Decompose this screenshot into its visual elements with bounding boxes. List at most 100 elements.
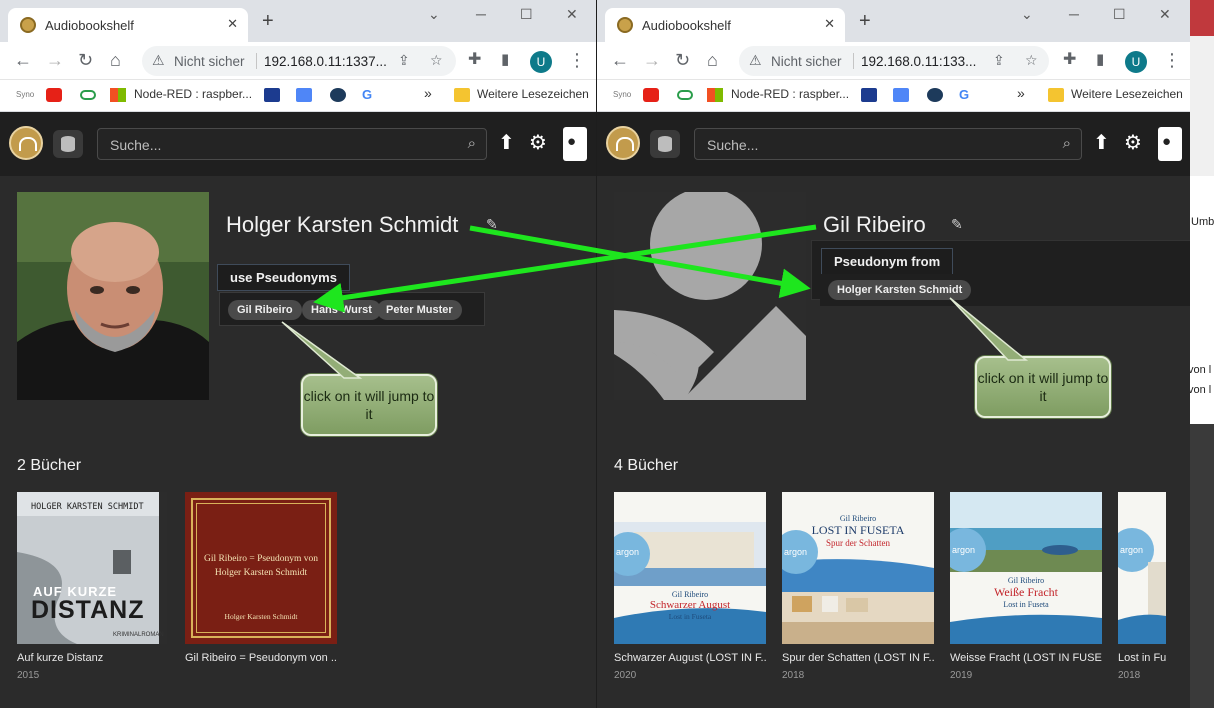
browser-tab[interactable]: Audiobookshelf ✕ — [8, 8, 248, 42]
tab-close-icon[interactable]: ✕ — [824, 16, 835, 32]
maximize-button[interactable]: ☐ — [520, 6, 533, 23]
home-icon[interactable]: ⌂ — [110, 50, 121, 70]
book-title[interactable]: Spur der Schatten (LOST IN F... — [782, 652, 934, 664]
google-icon[interactable]: G — [959, 87, 969, 102]
bookmark-node-red[interactable]: Node-RED : raspber... — [134, 87, 252, 101]
bookmark-other[interactable]: Weitere Lesezeichen — [477, 87, 589, 101]
upload-icon[interactable]: ⬆ — [1093, 132, 1110, 154]
bookmark-syno[interactable]: Syno — [16, 90, 34, 99]
tab-search-chevron-icon[interactable]: ⌄ — [1021, 6, 1033, 23]
translate-icon[interactable] — [893, 88, 909, 102]
search-icon[interactable]: ⌕ — [1063, 135, 1071, 152]
profile-avatar[interactable]: U — [530, 51, 552, 73]
bookmark-shield-icon[interactable] — [927, 88, 943, 102]
book-cover-spur-der-schatten[interactable]: argon Gil Ribeiro LOST IN FUSETA Spur de… — [782, 492, 934, 644]
audiobookshelf-logo-icon[interactable] — [9, 126, 43, 160]
tab-title: Audiobookshelf — [642, 18, 731, 33]
forward-icon[interactable]: → — [46, 50, 64, 70]
chip-holger-karsten-schmidt[interactable]: Holger Karsten Schmidt — [828, 280, 972, 300]
maximize-button[interactable]: ☐ — [1113, 6, 1126, 23]
pencil-icon[interactable]: ✎ — [486, 216, 498, 233]
bookmark-shield-icon[interactable] — [330, 88, 346, 102]
pencil-icon[interactable]: ✎ — [951, 216, 963, 233]
database-icon[interactable] — [53, 130, 83, 158]
background-window-dark-area — [1190, 424, 1214, 708]
search-input[interactable]: Suche... ⌕ — [694, 128, 1082, 160]
sidepanel-icon[interactable]: ▮ — [501, 50, 509, 70]
home-icon[interactable]: ⌂ — [707, 50, 718, 70]
menu-icon[interactable]: ⋮ — [568, 50, 586, 70]
bookmark-green-icon[interactable] — [677, 90, 693, 100]
forward-icon[interactable]: → — [643, 50, 661, 70]
bookmark-k-icon[interactable] — [861, 88, 877, 102]
reload-icon[interactable]: ↻ — [675, 50, 690, 70]
address-bar[interactable]: ⚠ Nicht sicher 192.168.0.11:1337... ⇪ ☆ — [142, 46, 456, 76]
url-text[interactable]: 192.168.0.11:133... — [861, 54, 976, 69]
browser-tab[interactable]: Audiobookshelf ✕ — [605, 8, 845, 42]
book-title[interactable]: Auf kurze Distanz — [17, 652, 167, 664]
reload-icon[interactable]: ↻ — [78, 50, 93, 70]
book-cover-weisse-fracht[interactable]: argon Gil Ribeiro Weiße Fracht Lost in F… — [950, 492, 1102, 644]
google-icon[interactable]: G — [362, 87, 372, 102]
youtube-icon[interactable] — [46, 88, 62, 102]
tab-search-chevron-icon[interactable]: ⌄ — [428, 6, 440, 23]
address-bar[interactable]: ⚠ Nicht sicher 192.168.0.11:133... ⇪ ☆ — [739, 46, 1049, 76]
search-icon[interactable]: ⌕ — [468, 135, 476, 152]
profile-avatar[interactable]: U — [1125, 51, 1147, 73]
bookmark-k-icon[interactable] — [264, 88, 280, 102]
back-icon[interactable]: ← — [611, 50, 629, 70]
book-year: 2018 — [782, 670, 805, 681]
youtube-icon[interactable] — [643, 88, 659, 102]
audiobookshelf-logo-icon[interactable] — [606, 126, 640, 160]
close-window-button[interactable]: ✕ — [1159, 6, 1171, 23]
close-window-button[interactable]: ✕ — [566, 6, 578, 23]
bookmark-syno[interactable]: Syno — [613, 90, 631, 99]
chip-gil-ribeiro[interactable]: Gil Ribeiro — [228, 300, 302, 320]
new-tab-button[interactable]: + — [262, 11, 274, 31]
book-cover-auf-kurze-distanz[interactable]: HOLGER KARSTEN SCHMIDT AUF KURZE DISTANZ… — [17, 492, 167, 644]
menu-icon[interactable]: ⋮ — [1163, 50, 1181, 70]
star-icon[interactable]: ☆ — [1025, 52, 1038, 69]
left-browser-window: Audiobookshelf ✕ + ⌄ ─ ☐ ✕ ← → ↻ ⌂ ⚠ Nic… — [0, 0, 596, 708]
url-text[interactable]: 192.168.0.11:1337... — [264, 54, 387, 69]
book-cover-pseudonym-note[interactable]: Gil Ribeiro = Pseudonym von Holger Karst… — [185, 492, 337, 644]
bookmark-green-icon[interactable] — [80, 90, 96, 100]
new-tab-button[interactable]: + — [859, 11, 871, 31]
book-cover-lost-in-fuseta[interactable]: argon — [1118, 492, 1166, 644]
star-icon[interactable]: ☆ — [430, 52, 443, 69]
bookmarks-overflow[interactable]: » — [1017, 85, 1025, 101]
share-icon[interactable]: ⇪ — [993, 52, 1005, 69]
sidepanel-icon[interactable]: ▮ — [1096, 50, 1104, 70]
extensions-icon[interactable]: ✚ — [1063, 50, 1076, 70]
database-icon[interactable] — [650, 130, 680, 158]
gear-icon[interactable]: ⚙ — [1124, 132, 1142, 154]
book-title[interactable]: Schwarzer August (LOST IN F... — [614, 652, 766, 664]
chip-hans-wurst[interactable]: Hans Wurst — [302, 300, 381, 320]
security-label[interactable]: Nicht sicher — [771, 54, 842, 69]
book-cover-schwarzer-august[interactable]: argon Gil Ribeiro Schwarzer August Lost … — [614, 492, 766, 644]
user-button[interactable]: ● — [1158, 127, 1182, 161]
minimize-button[interactable]: ─ — [1069, 6, 1079, 22]
bookmarks-overflow[interactable]: » — [424, 85, 432, 101]
search-input[interactable]: Suche... ⌕ — [97, 128, 487, 160]
pseudonyms-label: use Pseudonyms — [217, 264, 350, 291]
upload-icon[interactable]: ⬆ — [498, 132, 515, 154]
book-title[interactable]: Weisse Fracht (LOST IN FUSET... — [950, 652, 1102, 664]
extensions-icon[interactable]: ✚ — [468, 50, 481, 70]
argon-logo-icon: argon — [616, 547, 640, 557]
book-title[interactable]: Gil Ribeiro = Pseudonym von ... — [185, 652, 337, 664]
bookmark-other[interactable]: Weitere Lesezeichen — [1071, 87, 1183, 101]
book-title[interactable]: Lost in Fu... — [1118, 652, 1166, 664]
windows-icon[interactable] — [707, 88, 723, 102]
security-label[interactable]: Nicht sicher — [174, 54, 245, 69]
share-icon[interactable]: ⇪ — [398, 52, 410, 69]
windows-icon[interactable] — [110, 88, 126, 102]
user-button[interactable]: ● — [563, 127, 587, 161]
chip-peter-muster[interactable]: Peter Muster — [377, 300, 462, 320]
tab-close-icon[interactable]: ✕ — [227, 16, 238, 32]
translate-icon[interactable] — [296, 88, 312, 102]
back-icon[interactable]: ← — [14, 50, 32, 70]
bookmark-node-red[interactable]: Node-RED : raspber... — [731, 87, 849, 101]
gear-icon[interactable]: ⚙ — [529, 132, 547, 154]
minimize-button[interactable]: ─ — [476, 6, 486, 22]
